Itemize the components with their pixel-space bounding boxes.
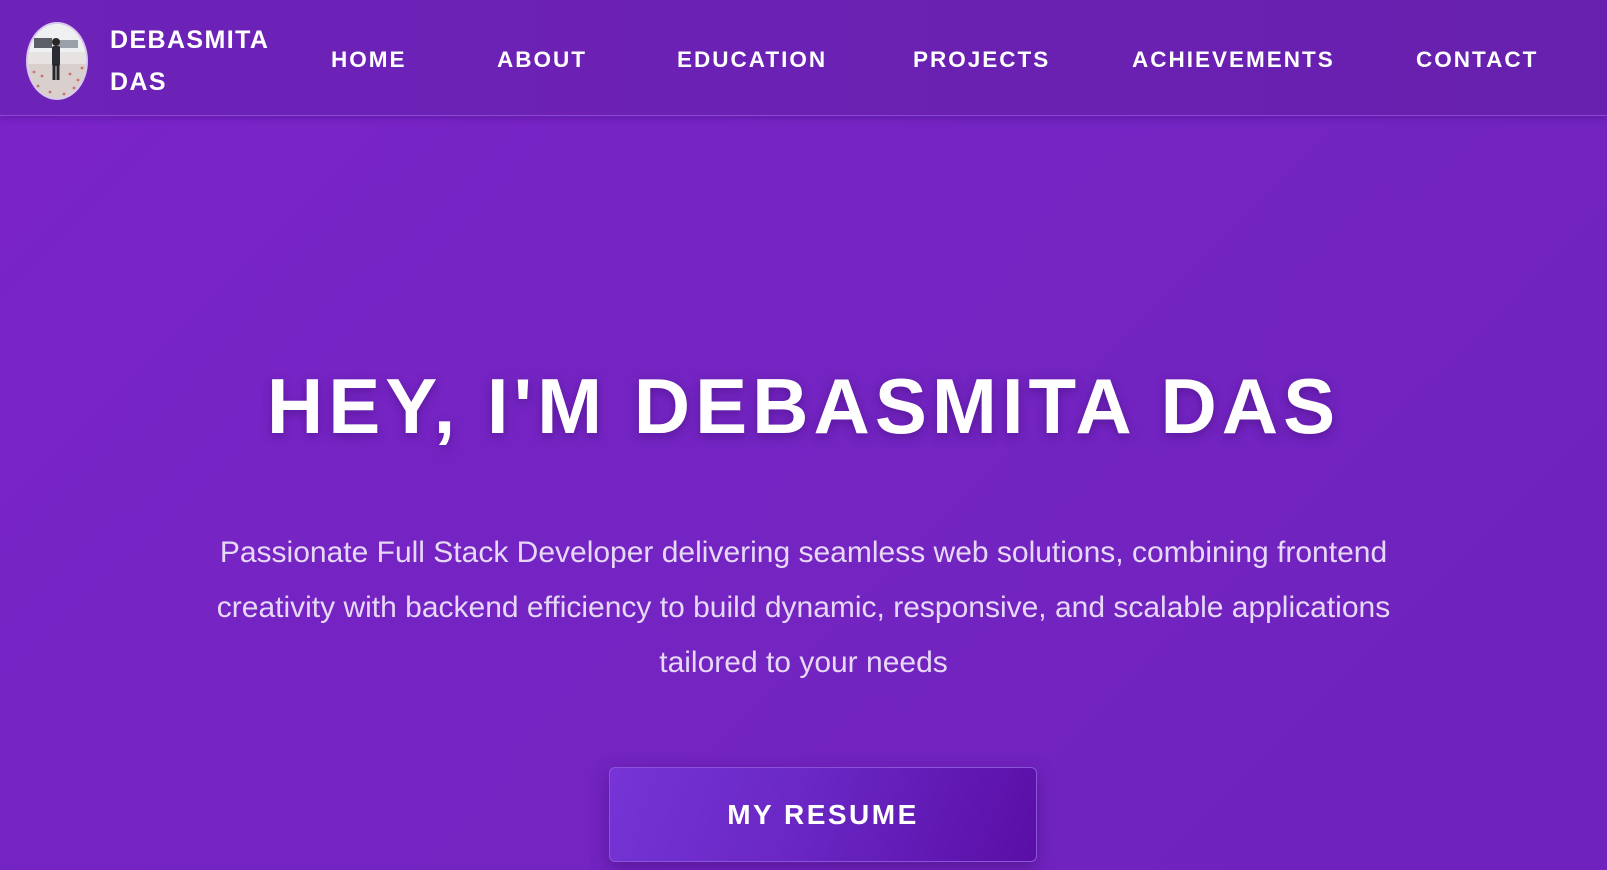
hero-subtitle: Passionate Full Stack Developer deliveri…	[216, 536, 1391, 679]
resume-button[interactable]: MY RESUME	[609, 767, 1037, 862]
nav-contact[interactable]: CONTACT	[1416, 38, 1538, 82]
nav-home[interactable]: HOME	[331, 38, 407, 82]
site-header: DEBASMITA DAS HOME ABOUT EDUCATION PROJE…	[0, 0, 1607, 116]
main-nav: HOME ABOUT EDUCATION PROJECTS ACHIEVEMEN…	[0, 38, 1607, 82]
hero-title: HEY, I'M DEBASMITA DAS	[266, 362, 1341, 450]
resume-button-label: MY RESUME	[727, 798, 919, 830]
nav-education[interactable]: EDUCATION	[677, 38, 827, 82]
nav-achievements[interactable]: ACHIEVEMENTS	[1132, 38, 1335, 82]
nav-about[interactable]: ABOUT	[497, 38, 587, 82]
nav-projects[interactable]: PROJECTS	[913, 38, 1050, 82]
